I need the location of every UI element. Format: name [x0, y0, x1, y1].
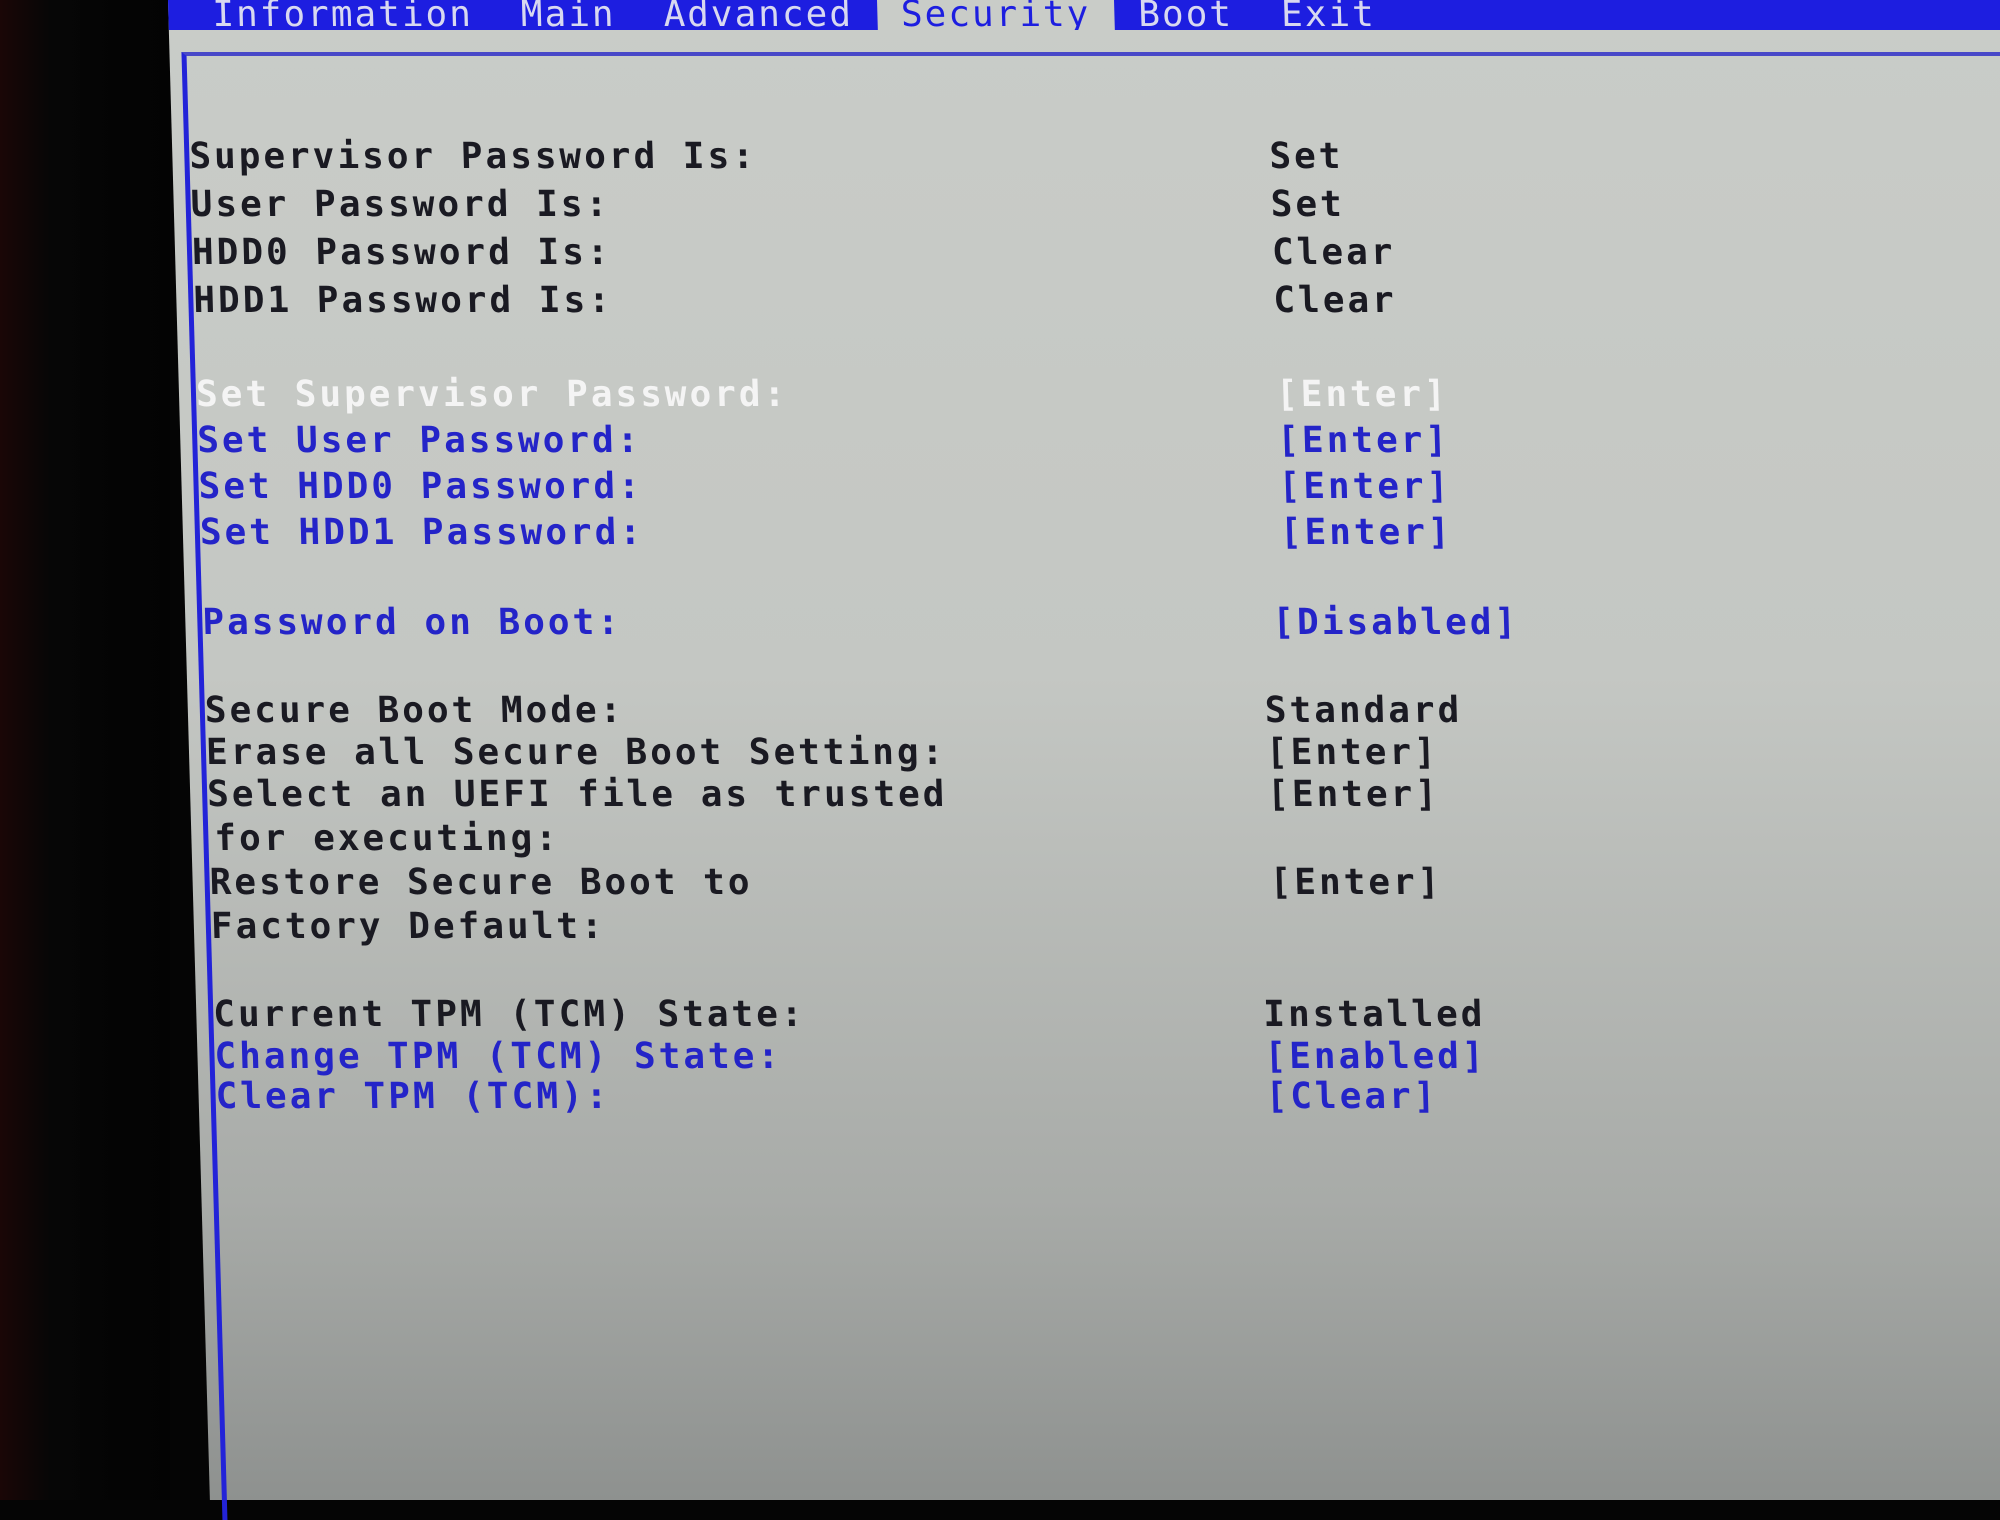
bios-menu-bar: Information Main Advanced Security Boot …: [168, 0, 2000, 30]
option-label: Restore Secure Boot to: [209, 862, 754, 903]
user-password-status-row: User Password Is: Set: [190, 184, 1691, 228]
setting-label: Secure Boot Mode:: [204, 690, 625, 731]
hdd1-password-status-row: HDD1 Password Is: Clear: [193, 280, 1694, 324]
option-label: Set User Password:: [196, 420, 643, 461]
setting-value: Standard: [1264, 690, 1463, 731]
change-tpm-state-option[interactable]: Change TPM (TCM) State: [Enabled]: [214, 1036, 1715, 1080]
option-value[interactable]: [Enter]: [1265, 732, 1439, 773]
option-value[interactable]: [Clear]: [1265, 1076, 1439, 1117]
setting-value: Clear: [1271, 232, 1397, 273]
hdd0-password-status-row: HDD0 Password Is: Clear: [191, 232, 1692, 276]
setting-label: HDD0 Password Is:: [191, 232, 613, 273]
option-value[interactable]: [Disabled]: [1272, 602, 1520, 643]
tab-exit[interactable]: Exit: [1257, 0, 1401, 30]
tab-information[interactable]: Information: [188, 0, 497, 30]
option-label-continued: Factory Default:: [210, 906, 607, 947]
settings-panel: Supervisor Password Is: Set User Passwor…: [181, 52, 2000, 1520]
set-supervisor-password-option[interactable]: Set Supervisor Password: [Enter]: [195, 374, 1696, 418]
option-label: Select an UEFI file as trusted: [206, 774, 948, 815]
supervisor-password-status-row: Supervisor Password Is: Set: [189, 136, 1690, 180]
option-value[interactable]: [Enter]: [1278, 466, 1452, 507]
tab-advanced[interactable]: Advanced: [639, 0, 877, 30]
option-label: Change TPM (TCM) State:: [213, 1036, 783, 1077]
option-label: Erase all Secure Boot Setting:: [205, 732, 947, 773]
tab-security[interactable]: Security: [876, 0, 1115, 30]
setting-value: Set: [1270, 184, 1346, 225]
option-value[interactable]: [Enter]: [1275, 374, 1449, 415]
tab-main[interactable]: Main: [496, 0, 640, 30]
restore-secure-boot-option[interactable]: Restore Secure Boot to [Enter]: [209, 862, 1710, 906]
option-label: Set HDD0 Password:: [198, 466, 644, 507]
option-value[interactable]: [Enabled]: [1264, 1036, 1487, 1077]
setting-label: Supervisor Password Is:: [188, 136, 758, 177]
select-uefi-file-option-line2: for executing:: [208, 818, 1709, 862]
option-value[interactable]: [Enter]: [1277, 420, 1451, 461]
setting-value: Installed: [1262, 994, 1486, 1035]
set-user-password-option[interactable]: Set User Password: [Enter]: [197, 420, 1698, 464]
secure-boot-mode-row: Secure Boot Mode: Standard: [204, 690, 1705, 734]
option-label: Set Supervisor Password:: [195, 374, 789, 415]
setting-label: HDD1 Password Is:: [192, 280, 614, 321]
tab-boot[interactable]: Boot: [1114, 0, 1258, 30]
clear-tpm-option[interactable]: Clear TPM (TCM): [Clear]: [215, 1076, 1716, 1120]
option-value[interactable]: [Enter]: [1269, 862, 1443, 903]
option-value[interactable]: [Enter]: [1267, 774, 1441, 815]
setting-label: Current TPM (TCM) State:: [212, 994, 807, 1035]
setting-value: Set: [1268, 136, 1344, 177]
monitor-bezel: [0, 0, 170, 1500]
erase-secure-boot-option[interactable]: Erase all Secure Boot Setting: [Enter]: [205, 732, 1706, 776]
option-label-continued: for executing:: [213, 818, 561, 859]
option-label: Clear TPM (TCM):: [215, 1076, 611, 1117]
set-hdd0-password-option[interactable]: Set HDD0 Password: [Enter]: [198, 466, 1699, 510]
select-uefi-file-option[interactable]: Select an UEFI file as trusted [Enter]: [207, 774, 1708, 818]
restore-secure-boot-option-line2: Factory Default:: [210, 906, 1711, 950]
setting-label: User Password Is:: [190, 184, 611, 225]
current-tpm-state-row: Current TPM (TCM) State: Installed: [213, 994, 1714, 1038]
option-value[interactable]: [Enter]: [1279, 512, 1453, 553]
set-hdd1-password-option[interactable]: Set HDD1 Password: [Enter]: [199, 512, 1700, 556]
bios-screen: Information Main Advanced Security Boot …: [168, 0, 2000, 1520]
password-on-boot-option[interactable]: Password on Boot: [Disabled]: [202, 602, 1703, 646]
setting-value: Clear: [1272, 280, 1398, 321]
option-label: Password on Boot:: [201, 602, 623, 643]
option-label: Set HDD1 Password:: [199, 512, 645, 553]
